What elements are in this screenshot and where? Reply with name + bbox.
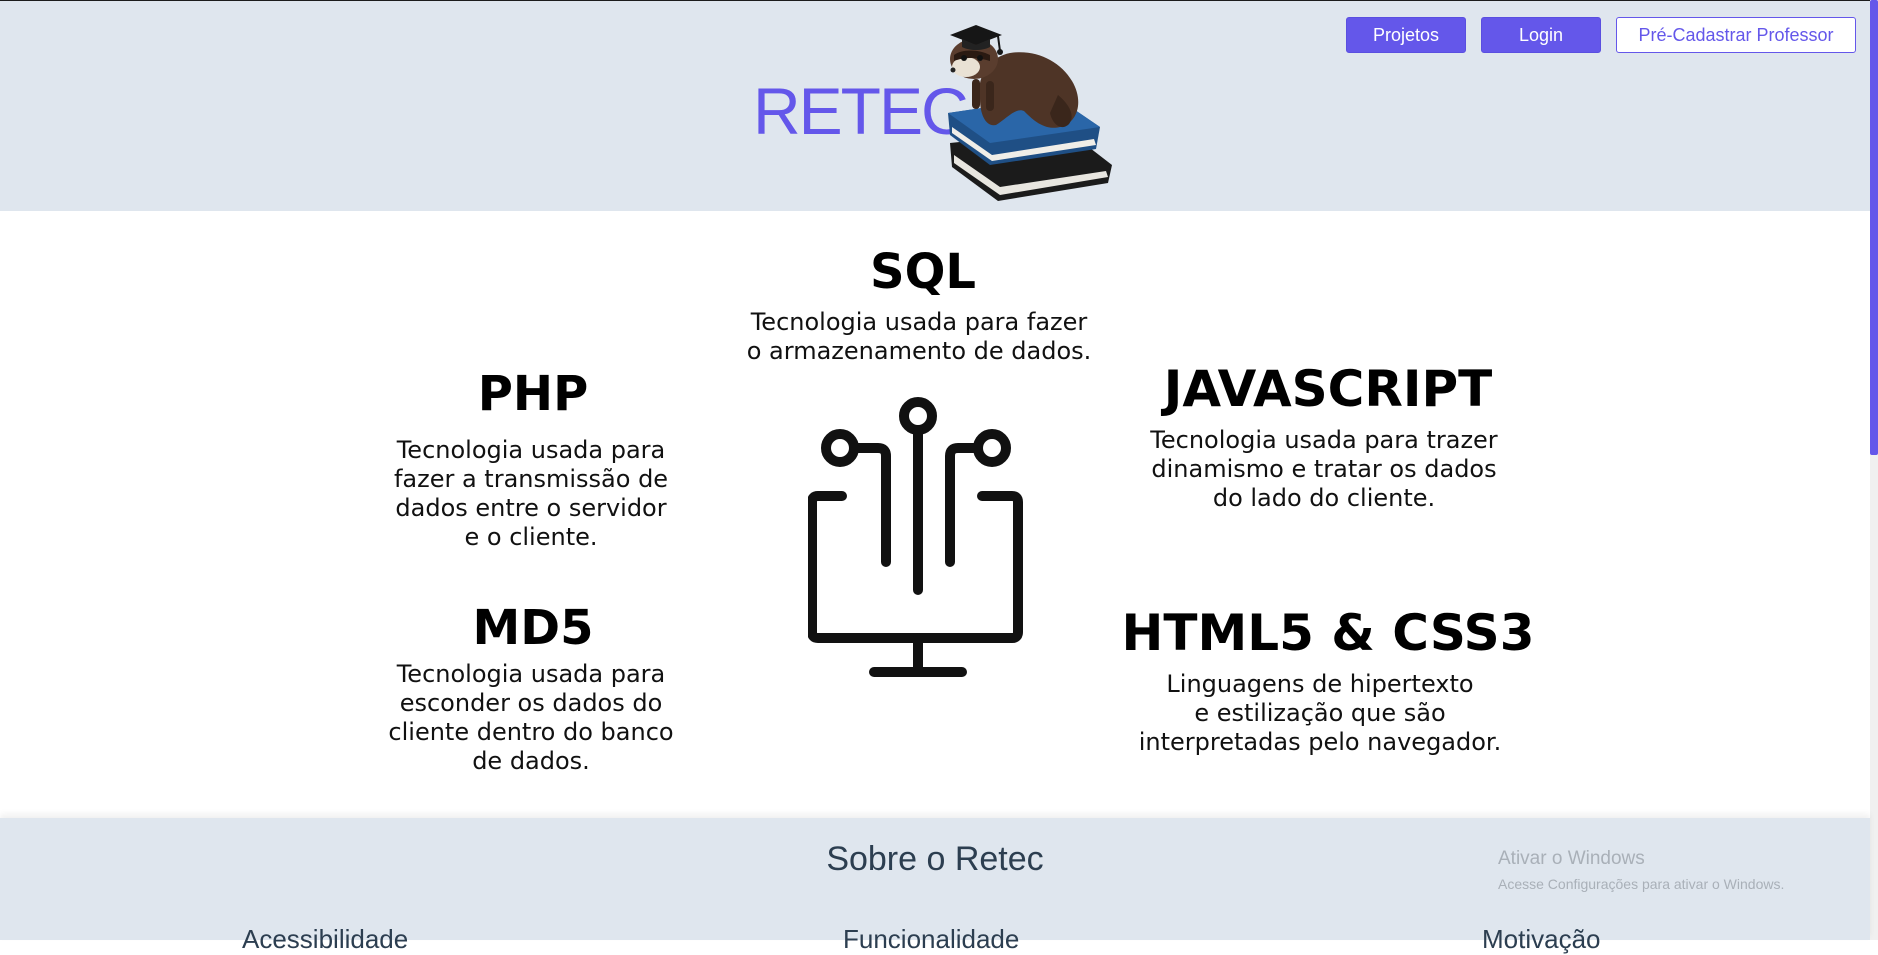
scrollbar-thumb[interactable] <box>1870 0 1878 455</box>
pre-cadastrar-professor-button[interactable]: Pré-Cadastrar Professor <box>1616 17 1856 53</box>
html-css-title: HTML5 & CSS3 <box>1121 604 1535 662</box>
watermark-line-2: Acesse Configurações para ativar o Windo… <box>1498 876 1785 892</box>
circuit-monitor-icon <box>808 397 1023 677</box>
site-header: RETEC Projetos Login Pré-Cadastrar Profe… <box>0 1 1870 211</box>
brand-logo-text[interactable]: RETEC <box>753 73 969 149</box>
md5-title: MD5 <box>472 600 594 656</box>
login-button[interactable]: Login <box>1481 17 1601 53</box>
html-css-description: Linguagens de hipertexto e estilização q… <box>1138 670 1502 756</box>
php-title: PHP <box>477 366 589 422</box>
javascript-description: Tecnologia usada para trazer dinamismo e… <box>1150 426 1498 512</box>
page-scrollbar[interactable] <box>1870 0 1878 940</box>
php-description: Tecnologia usada para fazer a transmissã… <box>393 436 669 551</box>
md5-description: Tecnologia usada para esconder os dados … <box>388 660 674 775</box>
sql-title: SQL <box>870 244 976 300</box>
sql-description: Tecnologia usada para fazer o armazename… <box>746 308 1092 365</box>
windows-activation-watermark: Ativar o Windows Acesse Configurações pa… <box>1498 848 1784 892</box>
projetos-button[interactable]: Projetos <box>1346 17 1466 53</box>
mascot-ferret-icon <box>948 25 1112 201</box>
watermark-line-1: Ativar o Windows <box>1498 848 1645 869</box>
javascript-title: JAVASCRIPT <box>1163 360 1493 418</box>
